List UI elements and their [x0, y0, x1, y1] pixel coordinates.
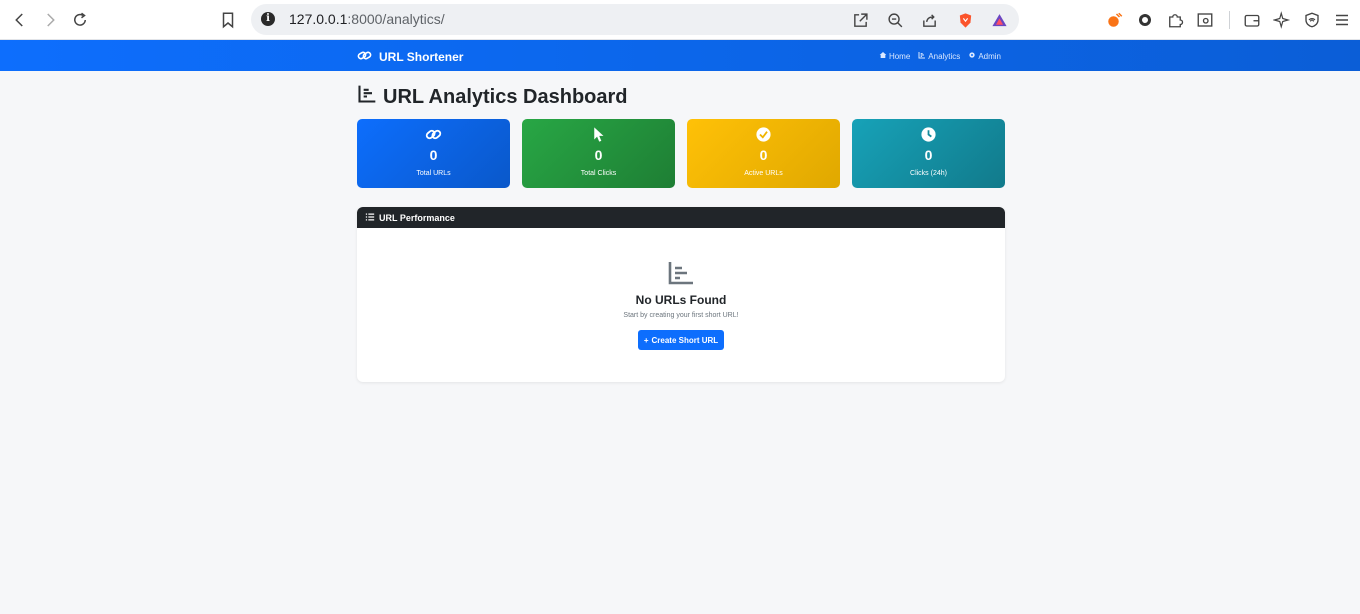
- stat-value: 0: [429, 147, 438, 163]
- page-title-text: URL Analytics Dashboard: [383, 85, 628, 108]
- create-short-url-button[interactable]: + Create Short URL: [638, 330, 724, 350]
- sparkle-icon[interactable]: [1270, 8, 1294, 32]
- chart-icon: [918, 51, 926, 61]
- panel-header: URL Performance: [357, 207, 1005, 228]
- brand-link[interactable]: URL Shortener: [357, 48, 463, 66]
- wallet-icon[interactable]: [1240, 8, 1264, 32]
- nav-admin-label: Admin: [978, 51, 1001, 61]
- stat-value: 0: [759, 147, 768, 163]
- zoom-icon[interactable]: [884, 9, 906, 31]
- empty-state-title: No URLs Found: [635, 293, 727, 307]
- url-host: 127.0.0.1: [289, 11, 348, 27]
- home-icon: [879, 51, 887, 61]
- forward-icon[interactable]: [38, 8, 62, 32]
- extensions-icon[interactable]: [1163, 8, 1187, 32]
- nav-links: Home Analytics Admin: [879, 51, 1001, 61]
- chart-icon: [357, 261, 1005, 285]
- stat-value: 0: [594, 147, 603, 163]
- list-icon: [365, 212, 375, 224]
- vpn-icon[interactable]: [1300, 8, 1324, 32]
- url-performance-panel: URL Performance No URLs Found Start by c…: [357, 207, 1005, 382]
- address-bar[interactable]: i 127.0.0.1:8000/analytics/: [251, 4, 1019, 35]
- check-circle-icon: [687, 126, 840, 143]
- site-info-icon[interactable]: i: [261, 12, 275, 26]
- stat-card-clicks-24h: 0 Clicks (24h): [852, 119, 1005, 188]
- extension-badge-icon[interactable]: [1133, 8, 1157, 32]
- clock-icon: [852, 126, 1005, 143]
- stat-label: Clicks (24h): [910, 170, 947, 177]
- nav-home-label: Home: [888, 51, 911, 61]
- chart-icon: [357, 84, 377, 110]
- nav-admin[interactable]: Admin: [968, 51, 1001, 61]
- nav-analytics-label: Analytics: [928, 51, 961, 61]
- nav-home[interactable]: Home: [879, 51, 910, 61]
- stat-value: 0: [924, 147, 933, 163]
- plus-icon: +: [643, 335, 649, 345]
- brave-shield-icon[interactable]: [954, 9, 976, 31]
- empty-state-subtitle: Start by creating your first short URL!: [623, 312, 739, 319]
- stat-card-total-clicks: 0 Total Clicks: [522, 119, 675, 188]
- bookmark-icon[interactable]: [216, 8, 240, 32]
- create-short-url-label: Create Short URL: [651, 335, 719, 345]
- brand-text: URL Shortener: [379, 50, 464, 64]
- browser-toolbar: i 127.0.0.1:8000/analytics/: [0, 0, 1360, 40]
- gear-icon: [968, 51, 976, 61]
- stat-label: Total Clicks: [580, 170, 617, 177]
- stat-card-total-urls: 0 Total URLs: [357, 119, 510, 188]
- nav-analytics[interactable]: Analytics: [918, 51, 960, 61]
- toolbar-divider: [1229, 11, 1230, 29]
- brave-rewards-icon[interactable]: [988, 9, 1010, 31]
- pointer-icon: [522, 126, 675, 143]
- back-icon[interactable]: [8, 8, 32, 32]
- leo-icon[interactable]: [1103, 8, 1127, 32]
- menu-icon[interactable]: [1330, 8, 1354, 32]
- panel-header-text: URL Performance: [379, 212, 455, 223]
- link-icon: [357, 126, 510, 143]
- reader-icon[interactable]: [1193, 8, 1217, 32]
- url-text[interactable]: 127.0.0.1:8000/analytics/: [289, 11, 445, 27]
- page-title: URL Analytics Dashboard: [357, 84, 628, 110]
- share-icon[interactable]: [918, 9, 940, 31]
- stat-label: Active URLs: [744, 170, 783, 177]
- stat-label: Total URLs: [416, 170, 451, 177]
- reload-icon[interactable]: [68, 8, 92, 32]
- url-path: :8000/analytics/: [347, 11, 445, 27]
- open-external-icon[interactable]: [849, 9, 871, 31]
- link-icon: [357, 48, 372, 66]
- stat-card-active-urls: 0 Active URLs: [687, 119, 840, 188]
- app-navbar: URL Shortener Home Analytics Admin: [0, 40, 1360, 71]
